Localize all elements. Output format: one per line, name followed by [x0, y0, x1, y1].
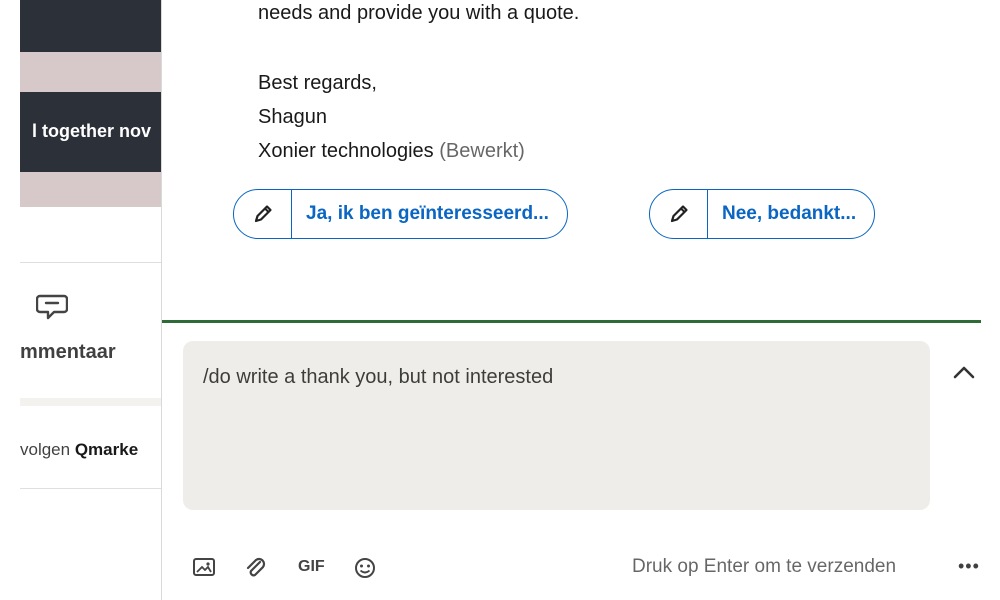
pencil-icon [234, 190, 292, 238]
background-feed: l together nov mmentaar volgen Qmarke [0, 0, 162, 600]
paperclip-icon[interactable] [244, 557, 268, 579]
follow-prefix: volgen [20, 440, 75, 459]
feed-post-image[interactable]: l together nov [20, 0, 162, 207]
message-signature-name: Shagun [258, 106, 327, 128]
send-hint: Druk op Enter om te verzenden [632, 556, 897, 577]
message-panel: needs and provide you with a quote. Best… [161, 0, 981, 600]
suggestion-chip-interested[interactable]: Ja, ik ben geïnteresseerd... [233, 189, 568, 239]
comment-icon[interactable] [36, 292, 68, 320]
image-banner-text: l together nov [32, 121, 152, 141]
more-options-icon[interactable]: ••• [958, 556, 980, 577]
suggestion-label: Ja, ik ben geïnteresseerd... [306, 203, 549, 224]
feed-divider [20, 488, 162, 489]
follow-suggestion[interactable]: volgen Qmarke [20, 440, 138, 460]
feed-divider [20, 262, 162, 263]
message-signature-company: Xonier technologies (Bewerkt) [258, 140, 525, 163]
follow-company-name[interactable]: Qmarke [75, 440, 138, 459]
gif-icon[interactable]: GIF [298, 558, 325, 576]
image-band [20, 52, 162, 92]
feed-divider [20, 398, 162, 406]
edited-tag: (Bewerkt) [439, 140, 525, 162]
suggestion-chip-decline[interactable]: Nee, bedankt... [649, 189, 876, 239]
pencil-icon [650, 190, 708, 238]
image-band [20, 0, 162, 52]
image-band [20, 172, 162, 207]
message-text-line: needs and provide you with a quote. [258, 2, 580, 24]
composer-focus-divider [162, 320, 981, 323]
comment-button-label[interactable]: mmentaar [20, 341, 116, 364]
company-name: Xonier technologies [258, 140, 434, 162]
message-input-value: /do write a thank you, but not intereste… [203, 366, 554, 388]
message-closing: Best regards, [258, 72, 377, 94]
suggestion-label: Nee, bedankt... [722, 203, 857, 224]
chevron-up-icon[interactable] [952, 362, 976, 382]
image-icon[interactable] [192, 557, 216, 577]
message-input[interactable]: /do write a thank you, but not intereste… [183, 341, 930, 510]
emoji-icon[interactable] [353, 557, 377, 579]
